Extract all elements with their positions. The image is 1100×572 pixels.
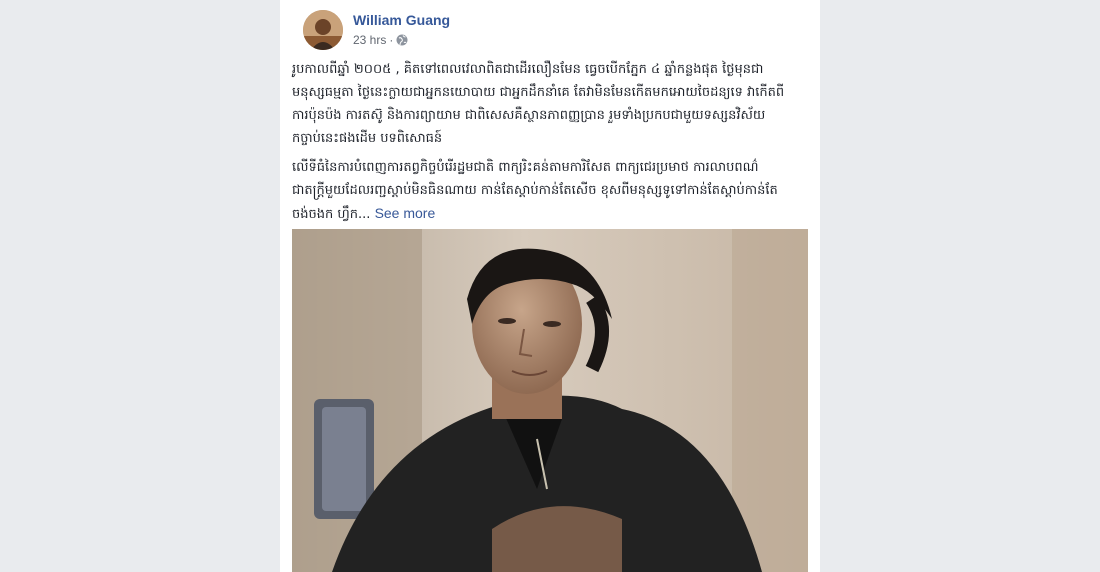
post-photo[interactable] bbox=[292, 229, 808, 572]
post-meta: 23 hrs · bbox=[353, 33, 408, 47]
post-card: William Guang 23 hrs · រូបកាលពីឆ្នាំ ២០០… bbox=[280, 0, 820, 572]
see-more-link[interactable]: See more bbox=[375, 205, 436, 221]
post-timestamp[interactable]: 23 hrs bbox=[353, 33, 386, 47]
post-paragraph-text: លើទីធំនៃការបំពេញការតព្វកិច្ចបំរើរដ្ឋមជាត… bbox=[292, 160, 778, 222]
post-paragraph: រូបកាលពីឆ្នាំ ២០០៥ , គិតទៅពេលវេលាពិតជាដើ… bbox=[292, 62, 785, 146]
avatar-image bbox=[303, 10, 343, 50]
separator-dot: · bbox=[389, 33, 394, 47]
author-name[interactable]: William Guang bbox=[353, 12, 450, 28]
portrait-photo bbox=[292, 229, 808, 572]
post-paragraph: លើទីធំនៃការបំពេញការតព្វកិច្ចបំរើរដ្ឋមជាត… bbox=[292, 156, 792, 226]
avatar[interactable] bbox=[303, 10, 343, 50]
post-text: រូបកាលពីឆ្នាំ ២០០៥ , គិតទៅពេលវេលាពិតជាដើ… bbox=[292, 58, 792, 232]
globe-icon[interactable] bbox=[396, 34, 408, 46]
